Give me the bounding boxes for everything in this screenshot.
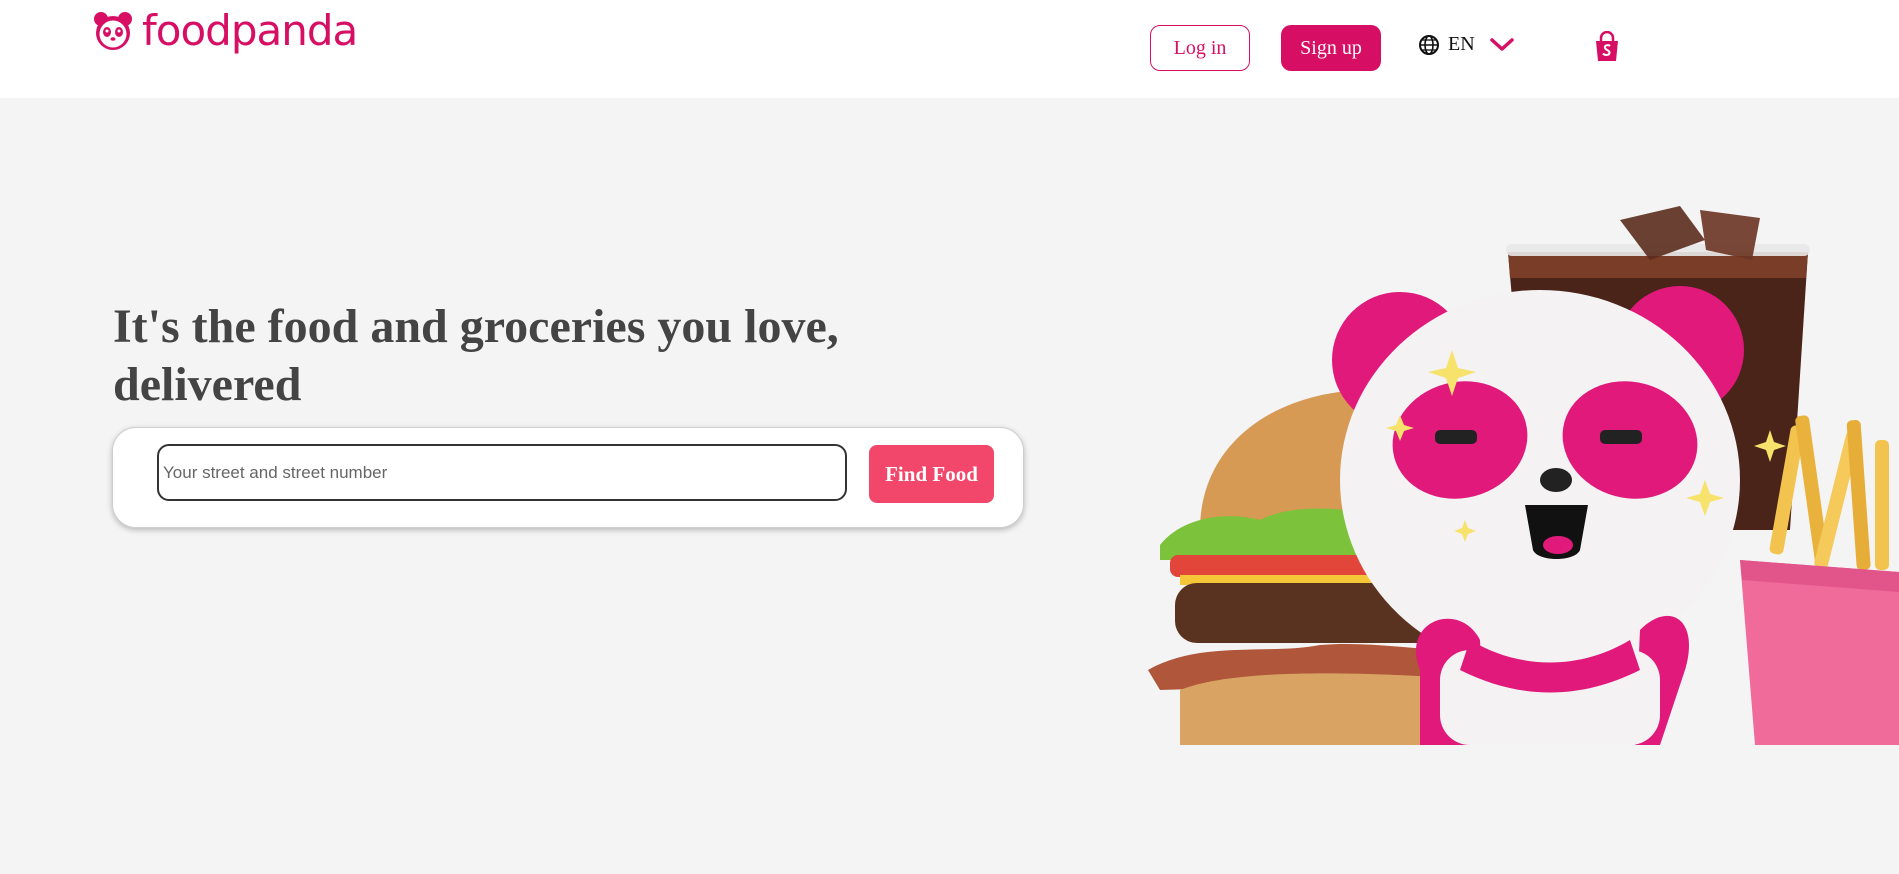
login-button[interactable]: Log in (1150, 25, 1250, 71)
panda-logo-icon (94, 12, 132, 50)
shopping-bag-icon (1596, 30, 1618, 61)
language-code: EN (1448, 33, 1475, 55)
brand-name: foodpanda (142, 6, 358, 55)
chevron-down-icon (1489, 37, 1514, 51)
language-selector[interactable]: EN (1418, 33, 1515, 56)
address-search-card: Find Food (112, 427, 1024, 528)
globe-icon (1419, 34, 1439, 55)
foodpanda-logo[interactable]: foodpanda (92, 6, 358, 55)
cart-button[interactable] (1593, 30, 1621, 68)
signup-button[interactable]: Sign up (1281, 25, 1381, 71)
hero-title: It's the food and groceries you love, de… (113, 300, 839, 411)
find-food-button[interactable]: Find Food (869, 445, 994, 503)
hero-illustration (1148, 206, 1899, 745)
top-header: foodpanda Log in Sign up EN (0, 0, 1899, 98)
address-input[interactable] (157, 444, 847, 501)
